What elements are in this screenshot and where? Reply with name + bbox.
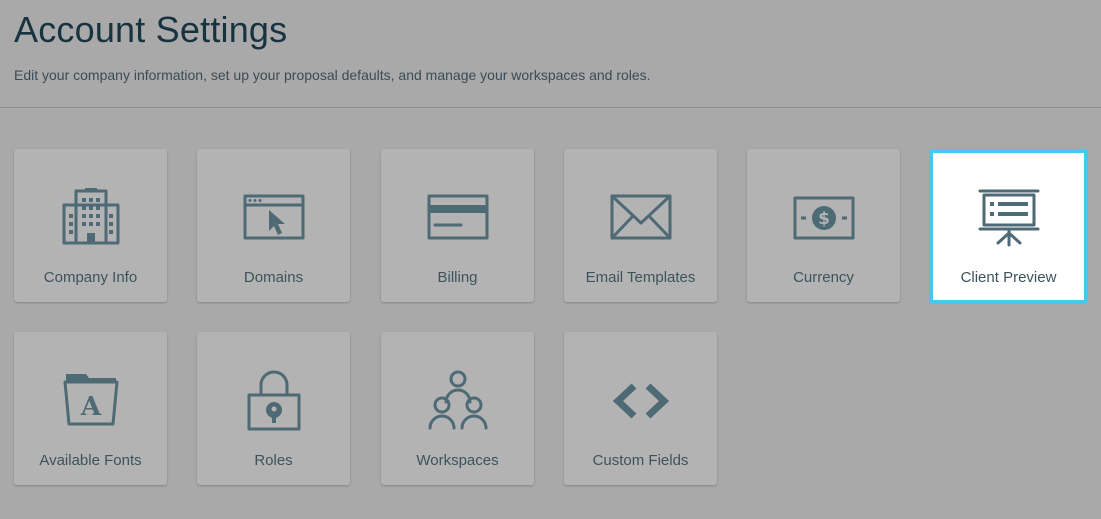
tile-label: Client Preview — [960, 269, 1057, 286]
tile-company-info[interactable]: Company Info — [14, 149, 167, 302]
browser-cursor-icon — [243, 194, 304, 240]
tile-workspaces[interactable]: Workspaces — [381, 332, 534, 485]
account-settings-page: Account Settings Edit your company infor… — [0, 0, 1101, 519]
tile-email-templates[interactable]: Email Templates — [564, 149, 717, 302]
dollar-bill-icon: $ — [793, 196, 854, 240]
users-group-icon — [428, 370, 487, 430]
code-brackets-icon — [612, 383, 669, 419]
padlock-icon — [247, 370, 300, 431]
font-folder-icon: A — [63, 374, 118, 426]
page-title: Account Settings — [14, 9, 288, 50]
tile-domains[interactable]: Domains — [197, 149, 350, 302]
tile-label: Company Info — [43, 269, 138, 286]
tile-label: Available Fonts — [39, 452, 142, 469]
credit-card-icon — [427, 194, 488, 240]
presentation-board-icon — [978, 189, 1039, 247]
page-header: Account Settings Edit your company infor… — [0, 0, 1101, 100]
svg-text:A: A — [79, 392, 101, 422]
tile-roles[interactable]: Roles — [197, 332, 350, 485]
tile-label: Email Templates — [585, 269, 696, 286]
tile-client-preview[interactable]: Client Preview — [929, 149, 1088, 304]
tile-label: Roles — [254, 452, 293, 469]
tile-custom-fields[interactable]: Custom Fields — [564, 332, 717, 485]
svg-text:$: $ — [818, 209, 830, 229]
tile-label: Currency — [793, 269, 854, 286]
header-divider — [0, 107, 1101, 108]
tile-billing[interactable]: Billing — [381, 149, 534, 302]
tile-available-fonts[interactable]: A Available Fonts — [14, 332, 167, 485]
building-icon — [62, 188, 119, 245]
tile-label: Custom Fields — [592, 452, 689, 469]
envelope-icon — [610, 194, 671, 240]
tile-label: Workspaces — [416, 452, 499, 469]
tile-currency[interactable]: $ Currency — [747, 149, 900, 302]
tile-label: Billing — [437, 269, 478, 286]
page-subtitle: Edit your company information, set up yo… — [14, 67, 651, 83]
tile-label: Domains — [243, 269, 304, 286]
